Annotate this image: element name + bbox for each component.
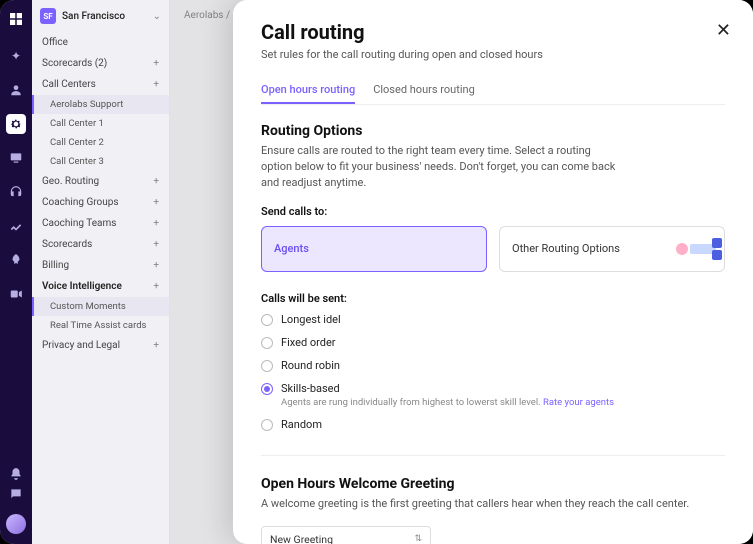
- sidebar-item-coaching-groups[interactable]: Coaching Groups+: [32, 192, 169, 213]
- modal-subtitle: Set rules for the call routing during op…: [261, 48, 725, 61]
- sidebar-child-custom-moments[interactable]: Custom Moments: [32, 297, 169, 316]
- rail-rocket-icon[interactable]: [6, 250, 26, 270]
- rail-analytics-icon[interactable]: [6, 216, 26, 236]
- tabs: Open hours routing Closed hours routing: [261, 77, 725, 105]
- workspace-name: San Francisco: [62, 11, 147, 22]
- plus-icon[interactable]: +: [153, 340, 159, 351]
- plus-icon[interactable]: +: [153, 176, 159, 187]
- plus-icon[interactable]: +: [153, 260, 159, 271]
- modal-title: Call routing: [261, 20, 725, 44]
- radio-longest-idle[interactable]: Longest idel: [261, 313, 725, 326]
- option-card-other[interactable]: Other Routing Options: [499, 226, 725, 272]
- select-arrows-icon: ⇅: [414, 534, 422, 544]
- workspace-badge: SF: [40, 8, 56, 24]
- user-avatar[interactable]: [6, 514, 26, 534]
- sidebar-item-scorecards[interactable]: Scorecards+: [32, 234, 169, 255]
- plus-icon[interactable]: +: [153, 197, 159, 208]
- routing-radio-group: Longest idel Fixed order Round robin Ski…: [261, 313, 725, 431]
- rail-person-icon[interactable]: [6, 80, 26, 100]
- radio-round-robin[interactable]: Round robin: [261, 359, 725, 372]
- plus-icon[interactable]: +: [153, 58, 159, 69]
- sidebar-item-voice-intel[interactable]: Voice Intelligence+: [32, 276, 169, 297]
- sidebar-child-cc3[interactable]: Call Center 3: [32, 152, 169, 171]
- rail-headset-icon[interactable]: [6, 182, 26, 202]
- plus-icon[interactable]: +: [153, 79, 159, 90]
- rail-sparkle-icon[interactable]: ✦: [6, 46, 26, 66]
- plus-icon[interactable]: +: [153, 218, 159, 229]
- rate-agents-link[interactable]: Rate your agents: [543, 397, 614, 408]
- rail-monitor-icon[interactable]: [6, 148, 26, 168]
- sidebar-item-coaching-teams[interactable]: Caoching Teams+: [32, 213, 169, 234]
- sidebar-item-office[interactable]: Office: [32, 32, 169, 53]
- sidebar-item-call-centers[interactable]: Call Centers+: [32, 74, 169, 95]
- radio-skills-hint: Agents are rung individually from highes…: [281, 397, 614, 408]
- radio-icon: [261, 383, 273, 395]
- rail-settings-icon[interactable]: [6, 114, 26, 134]
- plus-icon[interactable]: +: [153, 281, 159, 292]
- option-card-agents[interactable]: Agents: [261, 226, 487, 272]
- sidebar-item-privacy[interactable]: Privacy and Legal+: [32, 335, 169, 356]
- routing-illustration: [676, 243, 716, 255]
- sidebar: SF San Francisco ⌄ Office Scorecards (2)…: [32, 0, 170, 544]
- sidebar-child-rta-cards[interactable]: Real Time Assist cards: [32, 316, 169, 335]
- rail-chat-icon[interactable]: [6, 484, 26, 504]
- radio-icon: [261, 337, 273, 349]
- radio-icon: [261, 314, 273, 326]
- tab-closed-hours[interactable]: Closed hours routing: [373, 77, 475, 104]
- tab-open-hours[interactable]: Open hours routing: [261, 77, 355, 104]
- send-calls-to-label: Send calls to:: [261, 205, 725, 218]
- radio-icon: [261, 360, 273, 372]
- rail-video-icon[interactable]: [6, 284, 26, 304]
- greeting-heading: Open Hours Welcome Greeting: [261, 476, 725, 492]
- app-logo: [7, 10, 25, 28]
- sidebar-child-cc1[interactable]: Call Center 1: [32, 114, 169, 133]
- plus-icon[interactable]: +: [153, 239, 159, 250]
- close-icon[interactable]: ✕: [716, 20, 731, 41]
- radio-fixed-order[interactable]: Fixed order: [261, 336, 725, 349]
- sidebar-item-billing[interactable]: Billing+: [32, 255, 169, 276]
- routing-options-heading: Routing Options: [261, 123, 725, 139]
- greeting-select[interactable]: New Greeting ⇅: [261, 526, 431, 544]
- workspace-switcher[interactable]: SF San Francisco ⌄: [32, 0, 169, 32]
- chevron-down-icon: ⌄: [153, 11, 161, 22]
- radio-icon: [261, 419, 273, 431]
- nav-rail: ✦: [0, 0, 32, 544]
- sidebar-item-scorecards2[interactable]: Scorecards (2)+: [32, 53, 169, 74]
- rail-bell-icon[interactable]: [6, 464, 26, 484]
- sidebar-child-cc2[interactable]: Call Center 2: [32, 133, 169, 152]
- calls-sent-label: Calls will be sent:: [261, 292, 725, 305]
- call-routing-modal: ✕ Call routing Set rules for the call ro…: [233, 0, 753, 544]
- radio-skills-based[interactable]: Skills-based Agents are rung individuall…: [261, 382, 725, 408]
- sidebar-item-geo[interactable]: Geo. Routing+: [32, 171, 169, 192]
- sidebar-child-aerolabs-support[interactable]: Aerolabs Support: [32, 95, 169, 114]
- main-area: Aerolabs / Admi ✕ Call routing Set rules…: [170, 0, 753, 544]
- greeting-desc: A welcome greeting is the first greeting…: [261, 496, 725, 512]
- radio-random[interactable]: Random: [261, 418, 725, 431]
- routing-options-desc: Ensure calls are routed to the right tea…: [261, 143, 621, 191]
